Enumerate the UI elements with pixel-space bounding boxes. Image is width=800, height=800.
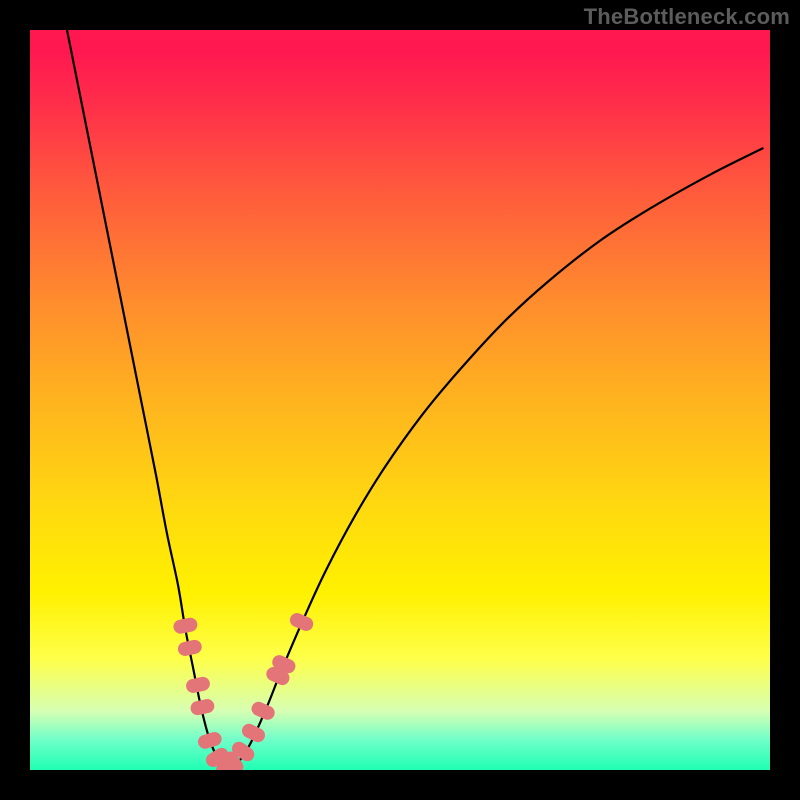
- curve-dot: [240, 721, 268, 744]
- plot-area: [30, 30, 770, 770]
- curve-dot: [249, 700, 277, 722]
- curve-dot: [177, 639, 203, 658]
- curve-dot: [185, 676, 211, 695]
- curve-dots-group: [172, 611, 315, 770]
- curve-dot: [196, 730, 223, 750]
- curve-dot: [189, 698, 215, 717]
- bottleneck-curve: [67, 30, 763, 767]
- curve-dot: [288, 611, 316, 633]
- watermark-text: TheBottleneck.com: [584, 4, 790, 30]
- curve-dot: [172, 616, 198, 634]
- chart-frame: TheBottleneck.com: [0, 0, 800, 800]
- plot-svg: [30, 30, 770, 770]
